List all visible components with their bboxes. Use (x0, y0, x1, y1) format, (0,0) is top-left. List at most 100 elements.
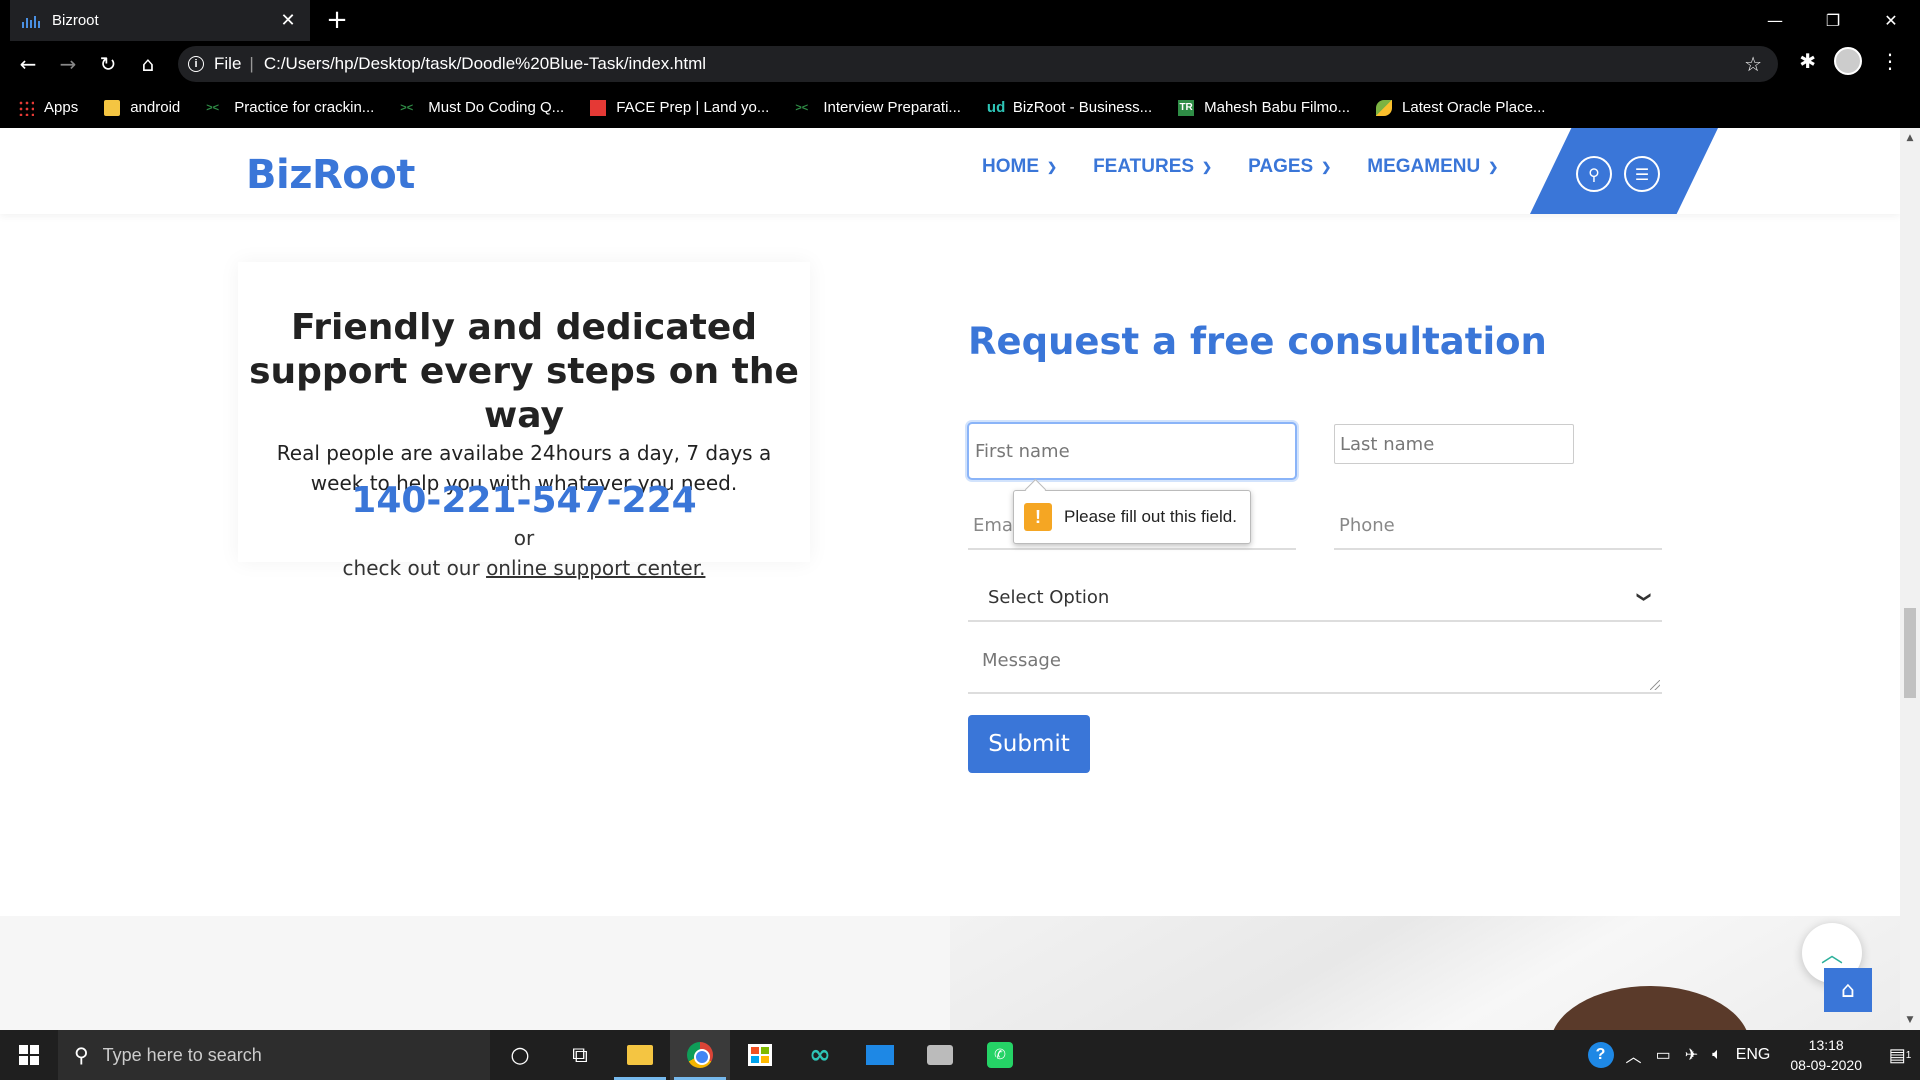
person-photo (950, 916, 1900, 1030)
volume-icon[interactable]: 🔈︎ (1712, 1046, 1722, 1064)
nav-home[interactable]: HOME ❯ (982, 156, 1057, 178)
tab-close-icon[interactable]: ✕ (278, 10, 298, 31)
info-icon[interactable]: i (188, 56, 204, 72)
face-prep-icon (590, 99, 607, 116)
cortana-icon[interactable]: ○ (490, 1030, 550, 1080)
option-select[interactable]: Select Option ❯ (968, 574, 1662, 622)
bookmark-practice[interactable]: >< Practice for crackin... (206, 99, 374, 116)
geeksforgeeks-icon: >< (206, 101, 220, 114)
message-textarea[interactable]: Message (968, 634, 1662, 694)
arduino-icon[interactable]: ∞ (790, 1030, 850, 1080)
extensions-icon[interactable]: ✱ (1799, 49, 1816, 73)
bookmark-android[interactable]: android (104, 99, 180, 116)
nav-features[interactable]: FEATURES ❯ (1093, 156, 1212, 178)
store-icon[interactable] (730, 1030, 790, 1080)
battery-icon[interactable]: ▭ (1656, 1045, 1671, 1065)
chevron-down-icon: ❯ (1636, 591, 1653, 603)
clock-time: 13:18 (1808, 1037, 1844, 1053)
support-card: Friendly and dedicated support every ste… (238, 262, 810, 580)
notification-count: 1 (1905, 1049, 1912, 1061)
bookmark-must-do[interactable]: >< Must Do Coding Q... (400, 99, 564, 116)
close-window-button[interactable]: ✕ (1862, 0, 1920, 41)
form-title: Request a free consultation (968, 320, 1547, 363)
page-scrollbar[interactable]: ▲ ▼ (1900, 128, 1920, 1030)
chevron-down-icon: ❯ (1488, 160, 1499, 174)
profile-avatar[interactable] (1834, 47, 1862, 75)
submit-button[interactable]: Submit (968, 715, 1090, 773)
forward-button[interactable]: → (48, 44, 88, 84)
hamburger-menu-icon[interactable]: ☰ (1624, 156, 1660, 192)
start-button[interactable] (0, 1030, 58, 1080)
bizroot-icon: ud (986, 99, 1006, 116)
nav-megamenu[interactable]: MEGAMENU ❯ (1367, 156, 1498, 178)
leaf-icon (1376, 99, 1393, 116)
online-support-link[interactable]: online support center. (486, 556, 705, 580)
clock-date: 08-09-2020 (1790, 1057, 1862, 1073)
phone-input[interactable] (1334, 502, 1662, 550)
bookmark-interview[interactable]: >< Interview Preparati... (795, 99, 961, 116)
help-icon[interactable]: ? (1587, 1042, 1614, 1068)
restore-button[interactable]: ❐ (1804, 0, 1862, 41)
menu-kebab-icon[interactable]: ⋮ (1880, 49, 1900, 73)
site-header: BizRoot HOME ❯ FEATURES ❯ PAGES ❯ MEGAMENU ❯… (0, 128, 1900, 214)
tab-title: Bizroot (52, 12, 99, 29)
bookmark-bizroot[interactable]: ud BizRoot - Business... (987, 99, 1152, 116)
scheme-separator: | (249, 54, 254, 73)
notification-icon[interactable]: ▤ 1 (1880, 1030, 1920, 1080)
bookmark-oracle[interactable]: Latest Oracle Place... (1376, 99, 1545, 116)
home-icon[interactable]: ⌂ (1824, 968, 1872, 1012)
extension-area: ✱ ⋮ (1799, 47, 1900, 75)
windows-taskbar: ⚲ Type here to search ○ ⧉ ∞ ✆ ? ︿ ▭ ✈ 🔈︎… (0, 1030, 1920, 1080)
chrome-icon[interactable] (670, 1030, 730, 1080)
language-indicator[interactable]: ENG (1736, 1046, 1771, 1064)
taskbar-search-placeholder: Type here to search (102, 1044, 262, 1065)
scroll-down-arrow-icon[interactable]: ▼ (1900, 1012, 1920, 1028)
validation-message: Please fill out this field. (1064, 507, 1237, 526)
support-link-prefix: check out our (342, 556, 487, 580)
mail-icon[interactable] (850, 1030, 910, 1080)
message-placeholder: Message (982, 650, 1061, 671)
file-explorer-icon[interactable] (610, 1030, 670, 1080)
new-tab-button[interactable]: + (322, 6, 352, 34)
first-name-input[interactable] (967, 422, 1297, 480)
address-bar[interactable]: i File | C:/Users/hp/Desktop/task/Doodle… (178, 46, 1778, 82)
browser-tab[interactable]: Bizroot ✕ (10, 0, 310, 41)
person-head-shape (1550, 986, 1750, 1030)
bookmark-apps[interactable]: Apps (18, 99, 78, 116)
support-link-line: check out our online support center. (238, 556, 810, 580)
bookmark-star-icon[interactable]: ☆ (1744, 52, 1762, 77)
clock[interactable]: 13:18 08-09-2020 (1790, 1035, 1862, 1075)
task-view-icon[interactable]: ⧉ (550, 1030, 610, 1080)
chevron-down-icon: ❯ (1321, 160, 1332, 174)
search-icon[interactable]: ⚲ (1576, 156, 1612, 192)
back-button[interactable]: ← (8, 44, 48, 84)
whatsapp-icon[interactable]: ✆ (970, 1030, 1030, 1080)
validation-tooltip: ! Please fill out this field. (1013, 490, 1251, 544)
minimize-button[interactable]: — (1746, 0, 1804, 41)
scroll-up-arrow-icon[interactable]: ▲ (1900, 130, 1920, 146)
reload-button[interactable]: ↻ (88, 44, 128, 84)
last-name-input[interactable] (1334, 424, 1574, 464)
bookmark-mahesh[interactable]: TR Mahesh Babu Filmo... (1178, 99, 1350, 116)
home-button[interactable]: ⌂ (128, 44, 168, 84)
scrollbar-thumb[interactable] (1904, 608, 1916, 698)
window-controls: — ❐ ✕ (1746, 0, 1920, 41)
warning-icon: ! (1024, 503, 1052, 531)
support-phone[interactable]: 140-221-547-224 (238, 480, 810, 521)
site-logo[interactable]: BizRoot (246, 152, 415, 198)
taskbar-search[interactable]: ⚲ Type here to search (58, 1030, 490, 1080)
support-or: or (513, 526, 535, 550)
windows-logo-icon (19, 1045, 39, 1065)
nav-pages[interactable]: PAGES ❯ (1248, 156, 1331, 178)
bizroot-favicon-icon (22, 14, 40, 28)
resize-grip-icon[interactable] (1650, 680, 1660, 690)
tray-chevron-up-icon[interactable]: ︿ (1626, 1043, 1642, 1067)
printer-icon[interactable] (910, 1030, 970, 1080)
chevron-down-icon: ❯ (1202, 160, 1213, 174)
url-text[interactable]: C:/Users/hp/Desktop/task/Doodle%20Blue-T… (264, 54, 706, 74)
search-icon: ⚲ (74, 1044, 89, 1067)
airplane-icon[interactable]: ✈ (1685, 1045, 1698, 1065)
select-value: Select Option (988, 586, 1110, 608)
geeksforgeeks-icon: >< (795, 101, 809, 114)
bookmark-face-prep[interactable]: FACE Prep | Land yo... (590, 99, 769, 116)
